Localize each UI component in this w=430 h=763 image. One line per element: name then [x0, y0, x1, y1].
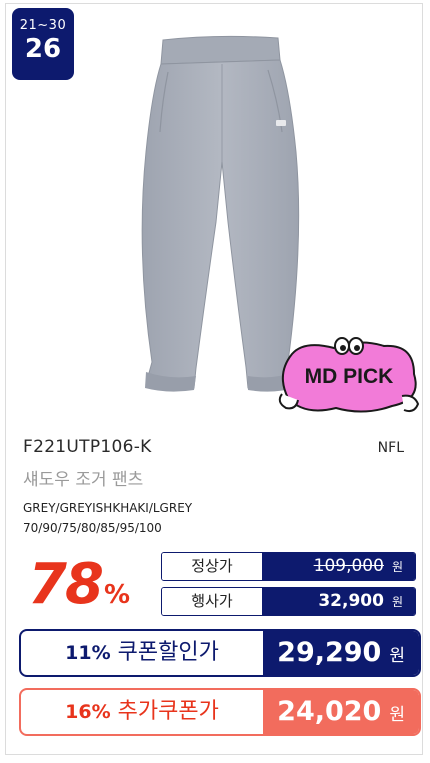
brand-name: NFL — [377, 440, 404, 456]
extra-coupon-price-value: 24,020 — [277, 696, 382, 727]
coupon-price-box[interactable]: 11% 쿠폰할인가 29,290 원 — [19, 629, 421, 677]
extra-coupon-rate: 16% — [65, 701, 111, 723]
coupon-price-unit: 원 — [389, 646, 405, 666]
extra-coupon-label: 추가쿠폰가 — [117, 699, 219, 724]
rank-range: 21~30 — [19, 18, 67, 33]
discount-rate: 78% — [28, 552, 130, 617]
size-options: 70/90/75/80/85/95/100 — [23, 521, 162, 535]
coupon-price-value: 29,290 — [277, 637, 382, 668]
discount-value: 78 — [28, 552, 104, 617]
md-pick-badge: MD PICK — [278, 337, 420, 413]
regular-price-label: 정상가 — [162, 553, 262, 580]
event-price-value: 32,900 — [318, 591, 384, 611]
regular-price-unit: 원 — [391, 560, 403, 574]
regular-price-value: 109,000 — [313, 556, 384, 576]
event-price-unit: 원 — [391, 595, 403, 609]
color-options: GREY/GREYISHKHAKI/LGREY — [23, 501, 193, 515]
event-price-label: 행사가 — [162, 588, 262, 615]
rank-number: 26 — [24, 34, 62, 64]
product-name[interactable]: 섀도우 조거 팬츠 — [23, 465, 143, 490]
rank-badge: 21~30 26 — [12, 8, 74, 80]
coupon-label: 쿠폰할인가 — [117, 640, 219, 665]
md-pick-label: MD PICK — [305, 365, 394, 388]
regular-price: 정상가 109,000 원 — [161, 552, 416, 581]
product-card[interactable]: 21~30 26 MD PICK F221UTP106-K NFL 섀도우 조거… — [5, 3, 423, 755]
extra-coupon-price-unit: 원 — [389, 705, 405, 725]
coupon-rate: 11% — [65, 642, 111, 664]
extra-coupon-price-box[interactable]: 16% 추가쿠폰가 24,020 원 — [19, 688, 421, 736]
event-price: 행사가 32,900 원 — [161, 587, 416, 616]
discount-unit: % — [103, 580, 130, 610]
product-code[interactable]: F221UTP106-K — [23, 437, 152, 457]
